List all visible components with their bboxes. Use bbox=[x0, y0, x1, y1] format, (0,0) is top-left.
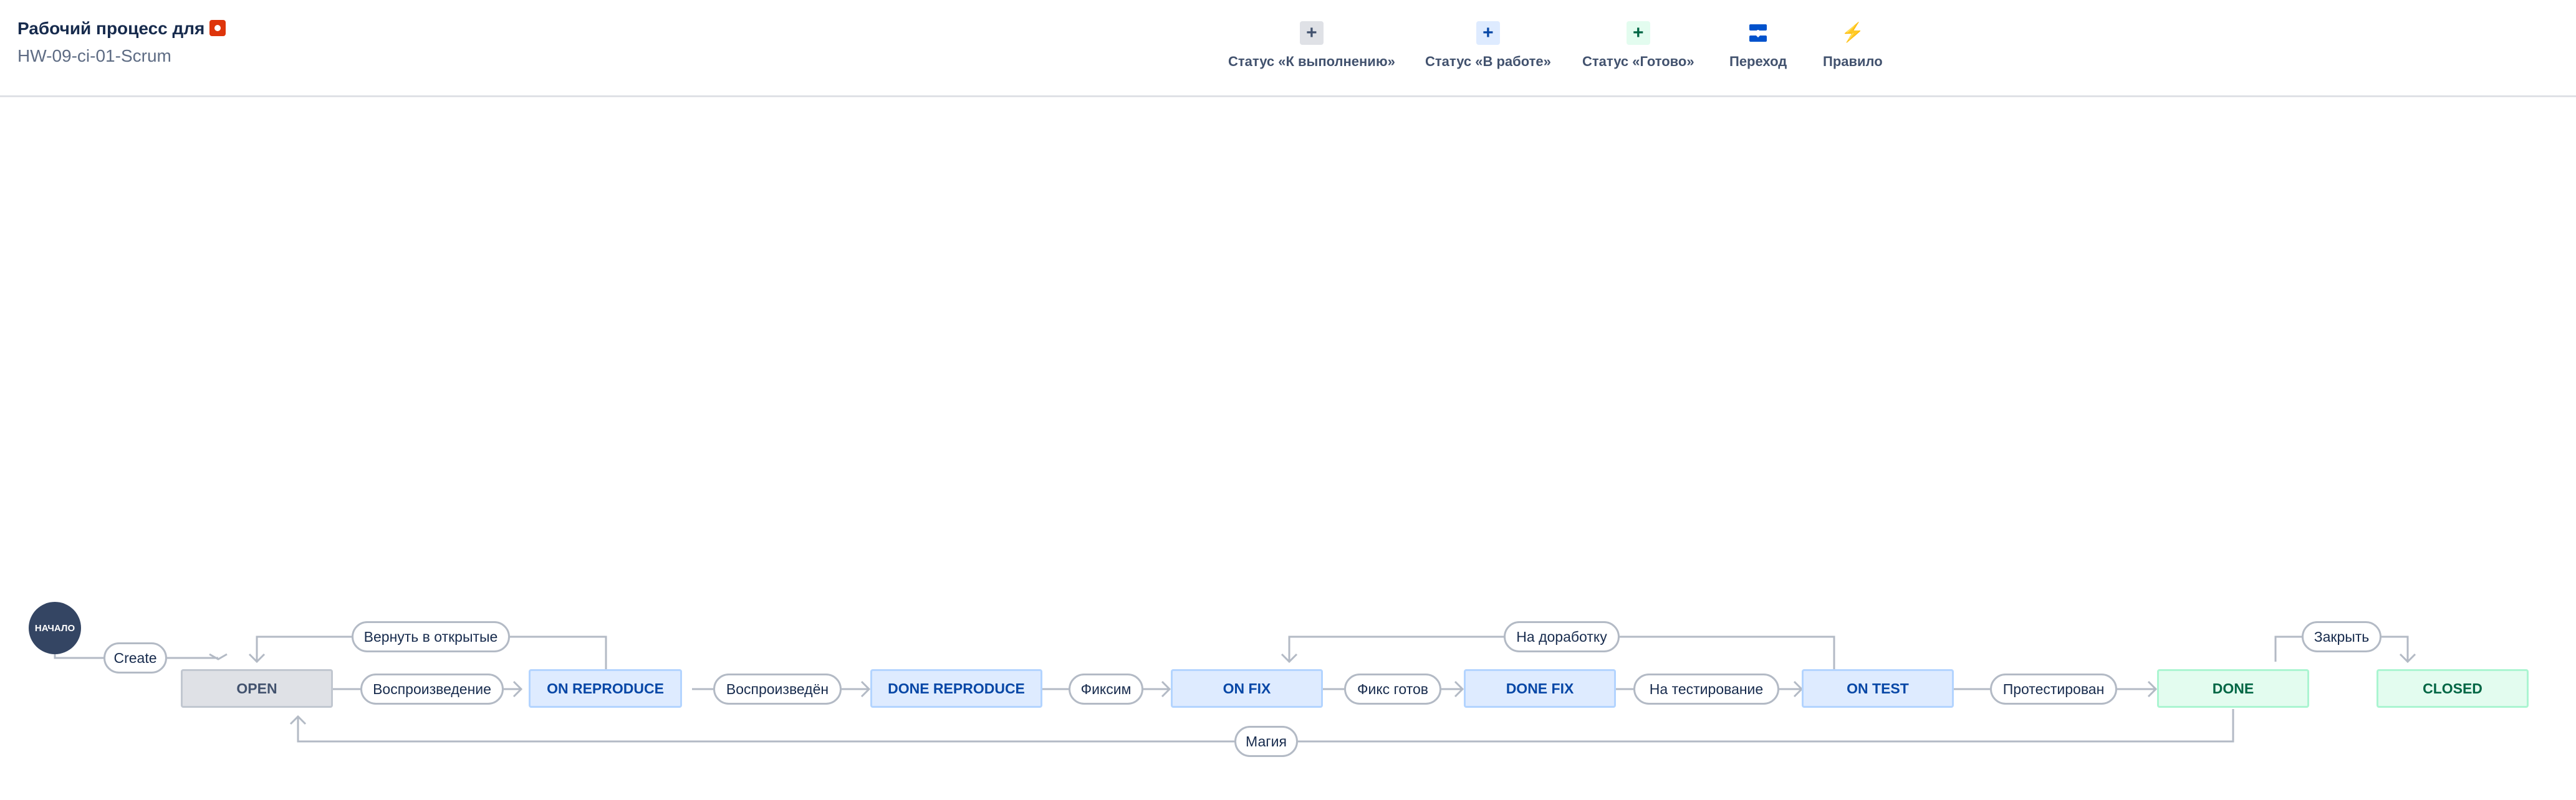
transition-rework[interactable]: На доработку bbox=[1504, 621, 1620, 652]
transition-magic[interactable]: Магия bbox=[1234, 726, 1298, 757]
transition-to-testing[interactable]: На тестирование bbox=[1633, 674, 1779, 705]
transition-return-open[interactable]: Вернуть в открытые bbox=[352, 621, 510, 652]
transition-fixing[interactable]: Фиксим bbox=[1069, 674, 1143, 705]
transition-reproduce[interactable]: Воспроизведение bbox=[360, 674, 504, 705]
status-open[interactable]: OPEN bbox=[181, 669, 333, 708]
status-on-reproduce[interactable]: ON REPRODUCE bbox=[529, 669, 682, 708]
transition-tested[interactable]: Протестирован bbox=[1990, 674, 2117, 705]
transition-create[interactable]: Create bbox=[103, 642, 167, 674]
status-on-test[interactable]: ON TEST bbox=[1802, 669, 1954, 708]
status-on-fix[interactable]: ON FIX bbox=[1171, 669, 1323, 708]
connector-start-create bbox=[54, 654, 106, 659]
status-closed[interactable]: CLOSED bbox=[2377, 669, 2529, 708]
transition-reproduced[interactable]: Воспроизведён bbox=[713, 674, 842, 705]
transition-fix-ready[interactable]: Фикс готов bbox=[1344, 674, 1441, 705]
status-done-reproduce[interactable]: DONE REPRODUCE bbox=[870, 669, 1042, 708]
status-done[interactable]: DONE bbox=[2157, 669, 2309, 708]
transition-close[interactable]: Закрыть bbox=[2302, 621, 2381, 652]
status-done-fix[interactable]: DONE FIX bbox=[1464, 669, 1616, 708]
start-node[interactable]: НАЧАЛО bbox=[29, 602, 81, 654]
